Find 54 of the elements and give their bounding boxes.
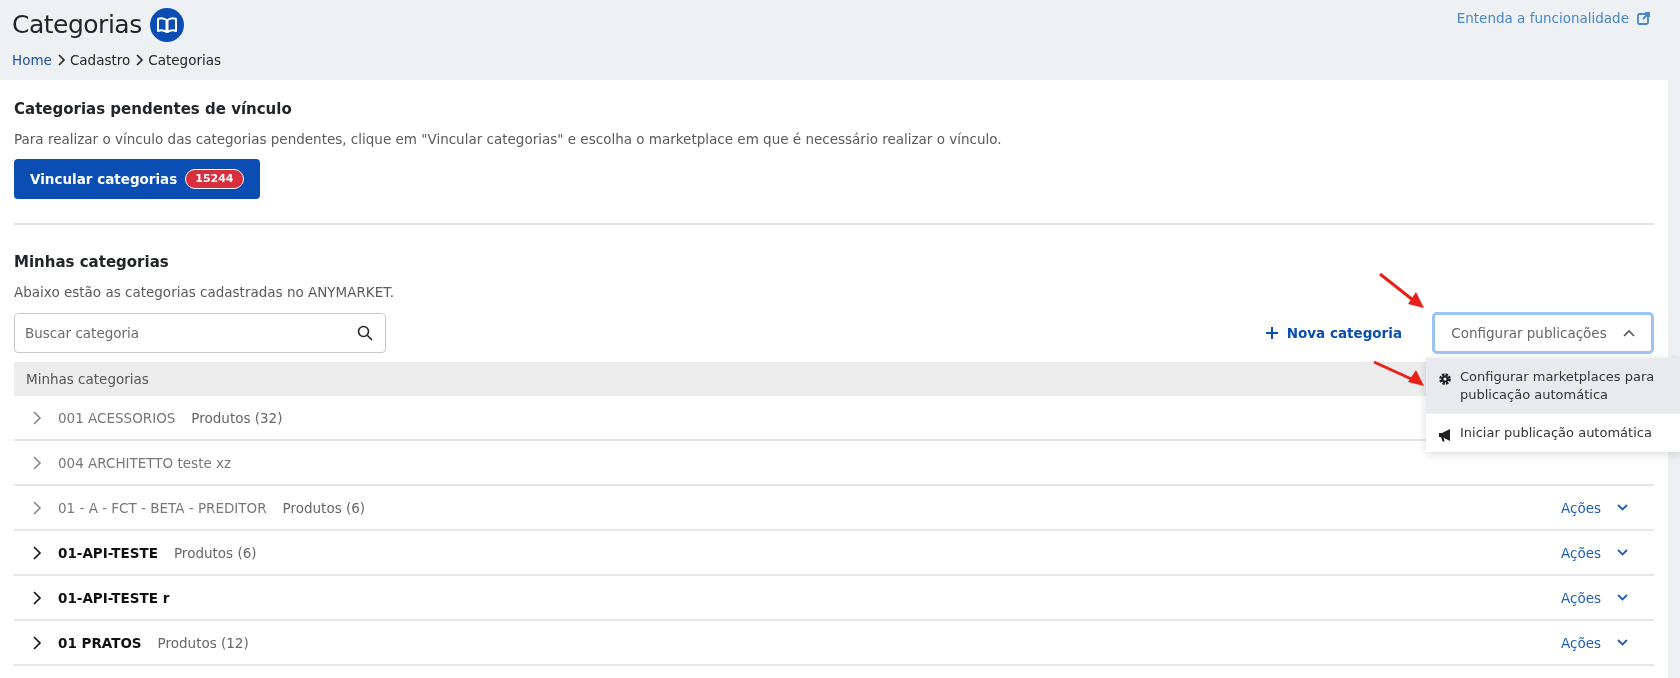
page-title: Categorias — [12, 9, 142, 41]
section-description: Abaixo estão as categorias cadastradas no ANYMARKET. — [14, 282, 395, 302]
chevron-right-icon — [134, 53, 145, 66]
book-icon — [149, 7, 184, 42]
chevron-down-icon — [1617, 549, 1628, 557]
chevron-right-icon — [32, 590, 42, 605]
link-categories-button[interactable]: Vincular categorias 15244 — [14, 158, 260, 200]
dropdown-item[interactable]: Iniciar publicação automática — [1426, 413, 1680, 453]
gear-icon — [1438, 372, 1452, 386]
category-name: 01-API-TESTE — [58, 543, 158, 563]
chevron-right-icon — [32, 455, 42, 470]
annotation-arrow — [1378, 272, 1424, 308]
category-row[interactable]: 01 PRATOS Produtos (12) Ações — [14, 621, 1654, 667]
breadcrumb-link[interactable]: Home — [12, 49, 52, 70]
annotation-arrow — [1372, 360, 1424, 386]
new-category-button[interactable]: Nova categoria — [1258, 321, 1408, 345]
plus-icon — [1264, 326, 1279, 340]
chevron-down-icon — [1617, 504, 1628, 512]
product-count: Produtos (12) — [157, 633, 249, 653]
actions-dropdown[interactable]: Ações — [1554, 631, 1634, 654]
help-link[interactable]: Entenda a funcionalidade — [1456, 8, 1650, 29]
chevron-down-icon — [1617, 594, 1628, 602]
section-title: Categorias pendentes de vínculo — [14, 99, 293, 120]
section-description: Para realizar o vínculo das categorias pendentes, clique em "Vincular categorias" e escolha o marketplace em que é necessário realizar o vínculo. — [14, 129, 1002, 149]
product-count: Produtos (32) — [191, 408, 283, 428]
actions-dropdown[interactable]: Ações — [1554, 586, 1634, 609]
section-title: Minhas categorias — [14, 252, 170, 274]
dropdown-item[interactable]: Configurar marketplaces para publicação automática — [1426, 358, 1680, 414]
chevron-right-icon — [55, 53, 66, 66]
chevron-right-icon — [32, 635, 42, 650]
search-icon — [357, 325, 373, 341]
product-count: Produtos (6) — [282, 498, 366, 518]
configure-dropdown-button[interactable]: Configurar publicações — [1432, 312, 1654, 354]
chevron-right-icon — [32, 500, 42, 515]
chevron-up-icon — [1622, 329, 1635, 337]
actions-dropdown[interactable]: Ações — [1554, 541, 1634, 564]
product-count: Produtos (6) — [173, 543, 257, 563]
chevron-down-icon — [1617, 639, 1628, 647]
actions-dropdown[interactable]: Ações — [1554, 496, 1634, 519]
category-name: 004 ARCHITETTO teste xz — [58, 453, 232, 473]
category-row[interactable]: 01-API-TESTE Produtos (6) Ações — [14, 531, 1654, 577]
megaphone-icon — [1438, 428, 1452, 443]
breadcrumb-item: Cadastro — [69, 50, 131, 70]
count-badge: 15244 — [185, 168, 244, 190]
external-link-icon — [1637, 11, 1650, 25]
chevron-right-icon — [32, 410, 42, 425]
category-row[interactable]: 01-API-TESTE r Ações — [14, 576, 1654, 622]
category-name: 01 PRATOS — [58, 633, 142, 653]
chevron-right-icon — [32, 545, 42, 560]
category-name: 01-API-TESTE r — [58, 588, 170, 608]
category-name: 01 - A - FCT - BETA - PREDITOR — [58, 498, 267, 518]
category-name: 001 ACESSORIOS — [58, 408, 176, 428]
breadcrumb-item: Categorias — [148, 50, 221, 70]
category-row[interactable]: 01 - A - FCT - BETA - PREDITOR Produtos (6) Ações — [14, 486, 1654, 532]
